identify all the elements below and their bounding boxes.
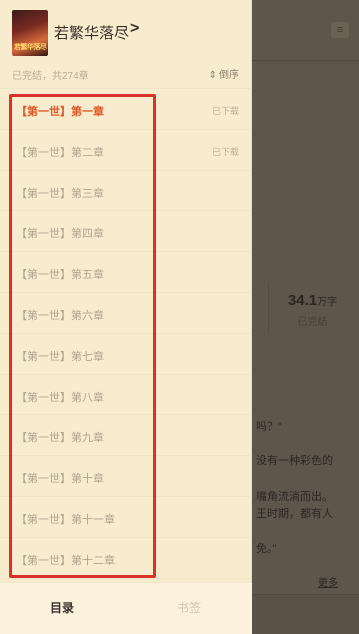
cover-title: 若繁华落尽 [14, 44, 47, 51]
book-status-meta: 已完结，共274章 [12, 71, 89, 82]
header-divider [252, 60, 359, 61]
word-count-number: 34.1 [287, 292, 318, 309]
tab-bookmarks[interactable]: 书签 [177, 599, 201, 616]
highlight-frame [9, 94, 156, 578]
sort-toggle[interactable]: ⇕ 倒序 [209, 66, 239, 81]
status-label: 已完结 [297, 317, 328, 328]
word-count-stat: 34.1万字 已完结 [268, 282, 356, 334]
menu-icon[interactable]: ≡ [331, 22, 349, 38]
word-count-unit: 万字 [317, 297, 338, 308]
download-status: 已下载 [211, 106, 239, 116]
more-link[interactable]: 更多 [318, 574, 338, 589]
intro-text-line: 免。” [256, 543, 277, 555]
intro-text-line: 吗？” [256, 421, 282, 433]
book-title[interactable]: 若繁华落尽 [54, 22, 129, 43]
background-bottom-bar [252, 594, 359, 634]
book-header[interactable]: 若繁华落尽 若繁华落尽 > [0, 0, 252, 62]
download-status: 已下载 [211, 146, 239, 157]
intro-text-line: 没有一种彩色的 [256, 455, 333, 467]
sort-label: 倒序 [219, 70, 239, 81]
book-cover[interactable]: 若繁华落尽 [12, 10, 48, 56]
word-count-value: 34.1万字 [269, 292, 356, 309]
chevron-right-icon[interactable]: > [130, 20, 139, 38]
intro-text-line: 王时期，都有人 [256, 508, 333, 520]
sort-icon: ⇕ [208, 70, 217, 81]
catalog-drawer: 若繁华落尽 若繁华落尽 > 已完结，共274章 ⇕ 倒序 【第一世】第一章 已下载 … [0, 0, 252, 634]
bottom-tabbar: 目录 书签 [0, 582, 252, 634]
tab-catalog[interactable]: 目录 [50, 599, 74, 616]
intro-text-line: 嘴角流淌而出。 [256, 491, 333, 503]
